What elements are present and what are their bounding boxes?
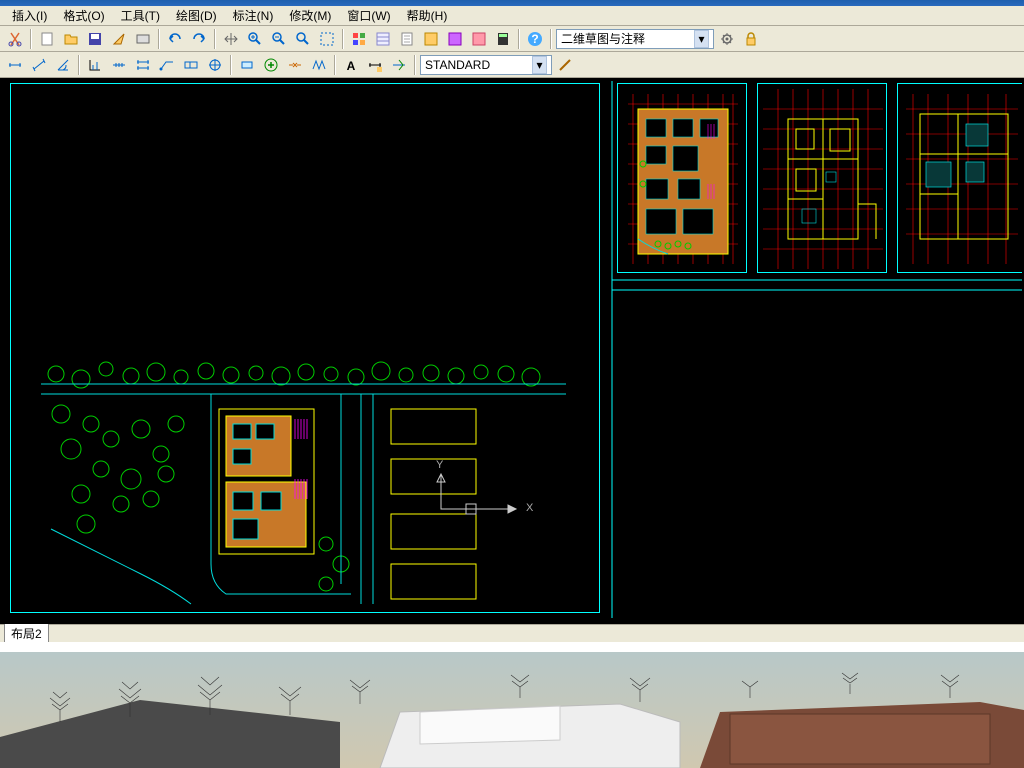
text-A-button[interactable]: A — [340, 54, 362, 76]
undo-button[interactable] — [164, 28, 186, 50]
tool-palettes-button[interactable] — [420, 28, 442, 50]
axis-x-label: X — [526, 502, 533, 514]
zoom-in-button[interactable] — [244, 28, 266, 50]
chevron-down-icon: ▾ — [532, 56, 547, 74]
pan-button[interactable] — [220, 28, 242, 50]
linear-dim-button[interactable] — [4, 54, 26, 76]
dimension-toolbar: A STANDARD ▾ — [0, 52, 1024, 78]
dimstyle-combo[interactable]: STANDARD ▾ — [420, 55, 552, 75]
design-center-button[interactable] — [444, 28, 466, 50]
workspace-combo-value: 二维草图与注释 — [561, 30, 645, 47]
main-viewport[interactable]: X Y — [10, 83, 600, 613]
lock-icon[interactable] — [740, 28, 762, 50]
dim-break-button[interactable] — [284, 54, 306, 76]
zoom-extents-button[interactable] — [292, 28, 314, 50]
axis-y-label: Y — [436, 459, 443, 471]
menu-help[interactable]: 帮助(H) — [399, 5, 456, 26]
menu-draw[interactable]: 绘图(D) — [168, 5, 225, 26]
menu-window[interactable]: 窗口(W) — [339, 5, 398, 26]
brush-button[interactable] — [108, 28, 130, 50]
menu-tools[interactable]: 工具(T) — [113, 5, 168, 26]
menu-bar: 插入(I) 格式(O) 工具(T) 绘图(D) 标注(N) 修改(M) 窗口(W… — [0, 6, 1024, 26]
leader-button[interactable] — [156, 54, 178, 76]
zoom-window-button[interactable] — [316, 28, 338, 50]
menu-modify[interactable]: 修改(M) — [281, 5, 339, 26]
drawing-canvas[interactable]: X Y — [0, 78, 1024, 624]
menu-annotate[interactable]: 标注(N) — [225, 5, 282, 26]
menu-insert[interactable]: 插入(I) — [4, 5, 55, 26]
dim-plus-button[interactable] — [260, 54, 282, 76]
help-button[interactable]: ? — [524, 28, 546, 50]
dim-style-button[interactable] — [364, 54, 386, 76]
sheet-button[interactable] — [396, 28, 418, 50]
dimstyle-combo-value: STANDARD — [425, 58, 490, 72]
markup-button[interactable] — [468, 28, 490, 50]
ordinate-dim-button[interactable] — [84, 54, 106, 76]
angular-dim-button[interactable] — [52, 54, 74, 76]
dim-brush-button[interactable] — [554, 54, 576, 76]
plot-button[interactable] — [132, 28, 154, 50]
redo-button[interactable] — [188, 28, 210, 50]
properties-button[interactable] — [372, 28, 394, 50]
open-button[interactable] — [60, 28, 82, 50]
new-button[interactable] — [36, 28, 58, 50]
svg-text:?: ? — [531, 32, 538, 46]
cut-button[interactable] — [4, 28, 26, 50]
center-mark-button[interactable] — [204, 54, 226, 76]
continue-dim-button[interactable] — [108, 54, 130, 76]
chevron-down-icon: ▾ — [694, 30, 709, 48]
zoom-out-button[interactable] — [268, 28, 290, 50]
dim-edit-button[interactable] — [236, 54, 258, 76]
layers-button[interactable] — [348, 28, 370, 50]
dim-update-button[interactable] — [388, 54, 410, 76]
svg-text:A: A — [347, 59, 356, 73]
gear-icon[interactable] — [716, 28, 738, 50]
layout-tabs: 布局2 — [0, 624, 1024, 642]
tolerance-button[interactable] — [180, 54, 202, 76]
render-preview — [0, 642, 1024, 768]
layout-tab-2[interactable]: 布局2 — [4, 623, 49, 644]
calculator-button[interactable] — [492, 28, 514, 50]
menu-format[interactable]: 格式(O) — [55, 5, 112, 26]
baseline-dim-button[interactable] — [132, 54, 154, 76]
standard-toolbar: ? 二维草图与注释 ▾ — [0, 26, 1024, 52]
workspace-combo[interactable]: 二维草图与注释 ▾ — [556, 29, 714, 49]
dim-jog-button[interactable] — [308, 54, 330, 76]
save-button[interactable] — [84, 28, 106, 50]
aligned-dim-button[interactable] — [28, 54, 50, 76]
